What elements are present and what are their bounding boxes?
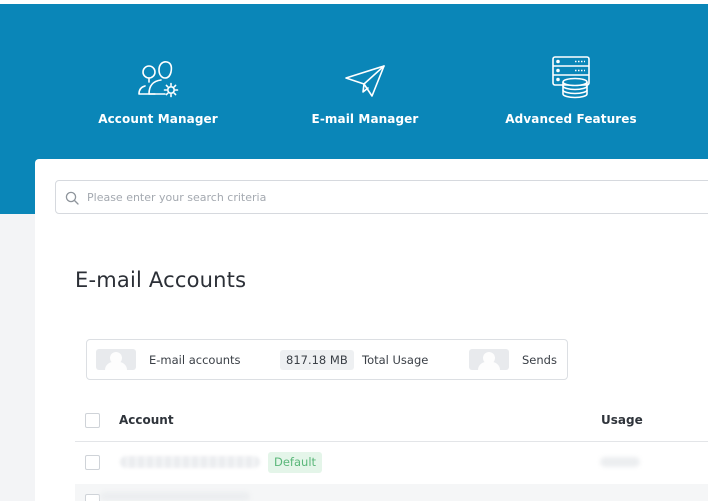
search-input[interactable] (87, 181, 707, 213)
row-checkbox[interactable] (85, 494, 100, 501)
sends-label: Sends (522, 353, 557, 367)
search-bar[interactable] (55, 180, 708, 214)
row-checkbox[interactable] (85, 455, 100, 470)
paper-plane-icon (265, 56, 465, 100)
page-title: E-mail Accounts (75, 268, 247, 292)
nav-email-manager[interactable]: E-mail Manager (265, 56, 465, 126)
stats-bar: E-mail accounts 817.18 MB Total Usage Se… (86, 339, 568, 380)
server-stack-icon (471, 56, 671, 100)
users-gear-icon (58, 56, 258, 100)
top-edge (0, 0, 708, 4)
column-account[interactable]: Account (119, 413, 174, 427)
account-name-redacted (100, 492, 250, 501)
usage-value-redacted (600, 457, 640, 467)
nav-account-manager-label: Account Manager (98, 112, 218, 126)
sends-avatar (469, 349, 509, 370)
table-header-divider (75, 441, 708, 442)
nav-advanced-features[interactable]: Advanced Features (471, 56, 671, 126)
total-usage-label: Total Usage (362, 353, 429, 367)
default-badge: Default (268, 452, 323, 473)
email-accounts-label: E-mail accounts (149, 353, 241, 367)
select-all-checkbox[interactable] (85, 413, 100, 428)
nav-email-manager-label: E-mail Manager (311, 112, 419, 126)
search-icon (65, 190, 79, 209)
account-name-redacted (120, 456, 260, 468)
nav-account-manager[interactable]: Account Manager (58, 56, 258, 126)
total-usage-value: 817.18 MB (280, 350, 354, 370)
column-usage[interactable]: Usage (601, 413, 643, 427)
email-accounts-avatar (96, 349, 136, 370)
nav-advanced-features-label: Advanced Features (505, 112, 637, 126)
